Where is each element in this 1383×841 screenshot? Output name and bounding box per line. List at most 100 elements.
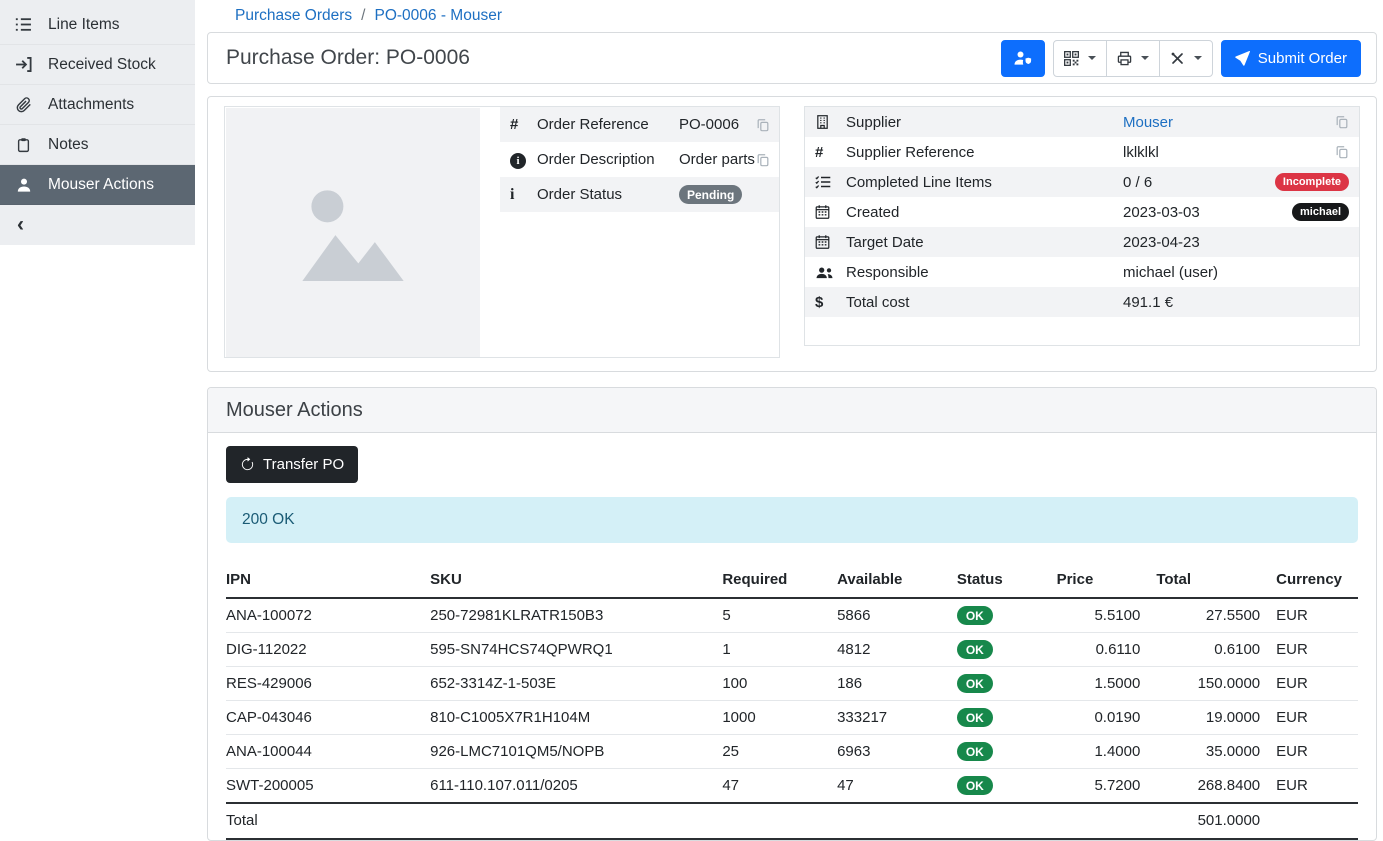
detail-row-supplier: Supplier Mouser <box>805 107 1359 137</box>
header-button-group <box>1053 40 1213 77</box>
mouser-actions-panel: Mouser Actions Transfer PO 200 OK <box>207 387 1377 841</box>
detail-label: Responsible <box>846 264 1123 281</box>
detail-row-order-status: i Order Status Pending <box>500 177 779 212</box>
supplier-link[interactable]: Mouser <box>1123 114 1173 131</box>
info-icon: i <box>510 186 537 204</box>
status-ok-badge: OK <box>957 742 993 761</box>
user-shield-icon <box>1013 50 1033 66</box>
price-cell: 1.4000 <box>1057 735 1157 769</box>
submit-order-button[interactable]: Submit Order <box>1221 40 1361 77</box>
sidebar-item-label: Notes <box>48 136 89 154</box>
line-item-row: DIG-112022 595-SN74HCS74QPWRQ1 1 4812 OK… <box>226 633 1358 667</box>
list-icon <box>14 16 33 33</box>
detail-label: Target Date <box>846 234 1123 251</box>
incomplete-badge: Incomplete <box>1275 173 1349 191</box>
sidebar-item-mouser-actions[interactable]: Mouser Actions <box>0 165 195 205</box>
detail-row-responsible: Responsible michael (user) <box>805 257 1359 287</box>
breadcrumb-separator: / <box>361 7 365 25</box>
sku-cell: 810-C1005X7R1H104M <box>430 701 722 735</box>
detail-row-total-cost: $ Total cost 491.1 € <box>805 287 1359 317</box>
order-summary-box: # Order Reference PO-0006 i Order Descri… <box>224 106 780 358</box>
col-header-price: Price <box>1057 565 1157 598</box>
ipn-cell: DIG-112022 <box>226 633 430 667</box>
sidebar-item-notes[interactable]: Notes <box>0 125 195 165</box>
total-cell: 35.0000 <box>1156 735 1276 769</box>
transfer-po-label: Transfer PO <box>263 456 344 473</box>
detail-row-supplier-reference: # Supplier Reference lklklkl <box>805 137 1359 167</box>
paper-plane-icon <box>1235 51 1250 66</box>
qrcode-icon <box>1064 51 1079 66</box>
detail-label: Order Reference <box>537 116 679 133</box>
col-header-sku: SKU <box>430 565 722 598</box>
line-item-row: RES-429006 652-3314Z-1-503E 100 186 OK 1… <box>226 667 1358 701</box>
sign-in-icon <box>14 56 33 73</box>
sku-cell: 595-SN74HCS74QPWRQ1 <box>430 633 722 667</box>
price-cell: 1.5000 <box>1057 667 1157 701</box>
line-item-row: SWT-200005 611-110.107.011/0205 47 47 OK… <box>226 769 1358 804</box>
col-header-available: Available <box>837 565 957 598</box>
sku-cell: 652-3314Z-1-503E <box>430 667 722 701</box>
total-cell: 27.5500 <box>1156 598 1276 633</box>
clipboard-icon <box>14 137 33 153</box>
status-ok-badge: OK <box>957 776 993 795</box>
sidebar-item-line-items[interactable]: Line Items <box>0 5 195 45</box>
sidebar-collapse-button[interactable]: ‹ <box>0 205 195 245</box>
order-image-placeholder[interactable] <box>226 108 480 357</box>
required-cell: 1 <box>722 633 837 667</box>
detail-row-order-reference: # Order Reference PO-0006 <box>500 107 779 142</box>
col-header-total: Total <box>1156 565 1276 598</box>
status-ok-badge: OK <box>957 640 993 659</box>
breadcrumb-link-purchase-orders[interactable]: Purchase Orders <box>235 7 352 25</box>
transfer-po-button[interactable]: Transfer PO <box>226 446 358 483</box>
detail-row-order-description: i Order Description Order parts <box>500 142 779 177</box>
breadcrumb-link-current-order[interactable]: PO-0006 - Mouser <box>374 7 502 25</box>
alert-message: 200 OK <box>226 497 1358 543</box>
print-actions-button[interactable] <box>1106 40 1160 77</box>
copy-icon[interactable] <box>1335 145 1349 159</box>
footer-total-label: Total <box>226 803 430 839</box>
building-icon <box>815 114 846 130</box>
available-cell: 5866 <box>837 598 957 633</box>
detail-row-created: Created 2023-03-03 michael <box>805 197 1359 227</box>
line-items-body: ANA-100072 250-72981KLRATR150B3 5 5866 O… <box>226 598 1358 803</box>
detail-value: 2023-03-03 <box>1123 204 1292 221</box>
required-cell: 47 <box>722 769 837 804</box>
detail-row-completed-line-items: Completed Line Items 0 / 6 Incomplete <box>805 167 1359 197</box>
ipn-cell: SWT-200005 <box>226 769 430 804</box>
ipn-cell: CAP-043046 <box>226 701 430 735</box>
sidebar-item-attachments[interactable]: Attachments <box>0 85 195 125</box>
detail-value: PO-0006 <box>679 116 756 133</box>
available-cell: 47 <box>837 769 957 804</box>
required-cell: 1000 <box>722 701 837 735</box>
user-icon <box>14 177 33 193</box>
copy-icon[interactable] <box>756 153 770 167</box>
total-cell: 268.8400 <box>1156 769 1276 804</box>
user-admin-button[interactable] <box>1001 40 1045 77</box>
copy-icon[interactable] <box>1335 115 1349 129</box>
price-cell: 0.6110 <box>1057 633 1157 667</box>
price-cell: 5.7200 <box>1057 769 1157 804</box>
breadcrumb: Purchase Orders / PO-0006 - Mouser <box>195 0 1383 32</box>
ipn-cell: ANA-100044 <box>226 735 430 769</box>
sku-cell: 611-110.107.011/0205 <box>430 769 722 804</box>
order-actions-button[interactable] <box>1159 40 1213 77</box>
calendar-icon <box>815 204 846 220</box>
ipn-cell: ANA-100072 <box>226 598 430 633</box>
info-circle-icon: i <box>510 153 526 169</box>
sidebar-item-label: Received Stock <box>48 56 156 74</box>
detail-value: 491.1 € <box>1123 294 1349 311</box>
barcode-actions-button[interactable] <box>1053 40 1107 77</box>
detail-value: 2023-04-23 <box>1123 234 1349 251</box>
status-ok-badge: OK <box>957 708 993 727</box>
sidebar-item-received-stock[interactable]: Received Stock <box>0 45 195 85</box>
tools-icon <box>1170 51 1185 66</box>
detail-label: Completed Line Items <box>846 174 1123 191</box>
copy-icon[interactable] <box>756 118 770 132</box>
table-header-row: IPN SKU Required Available Status Price … <box>226 565 1358 598</box>
page-header-panel: Purchase Order: PO-0006 <box>207 32 1377 84</box>
line-item-row: ANA-100044 926-LMC7101QM5/NOPB 25 6963 O… <box>226 735 1358 769</box>
currency-cell: EUR <box>1276 598 1358 633</box>
available-cell: 333217 <box>837 701 957 735</box>
footer-total-value: 501.0000 <box>1156 803 1276 839</box>
detail-value: lklklkl <box>1123 144 1335 161</box>
